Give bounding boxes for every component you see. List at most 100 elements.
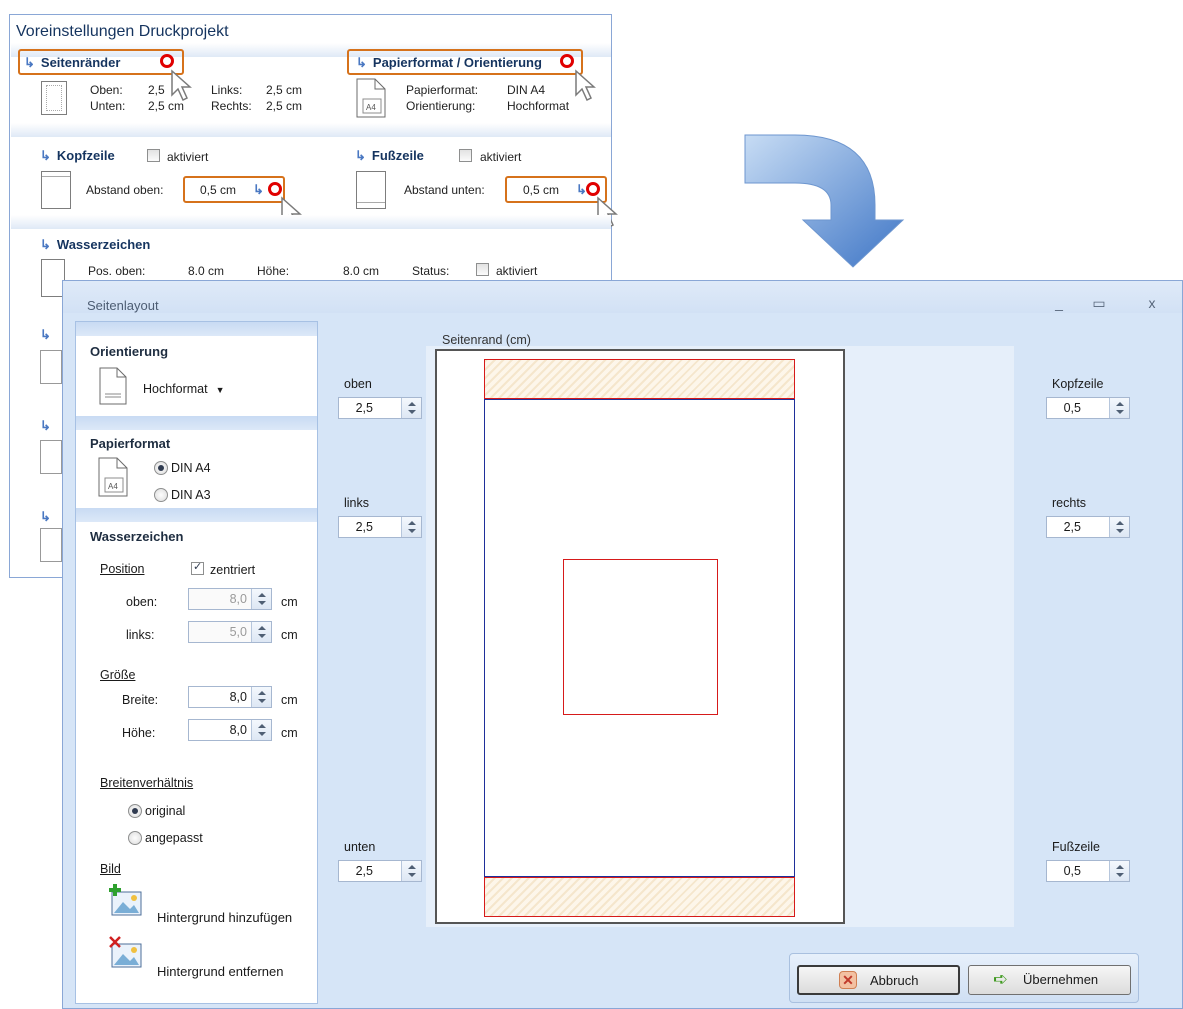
page-preview <box>435 349 845 924</box>
pointer-cursor-icon <box>575 69 596 102</box>
arrow-right-icon: ↳ <box>40 327 51 342</box>
header-distance-spinner[interactable]: 0,5 <box>1046 397 1130 419</box>
wm-left-spinner[interactable]: 5,0 <box>188 621 272 643</box>
unit-label: cm <box>281 595 298 609</box>
size-link[interactable]: Größe <box>100 668 135 682</box>
preview-caption: Seitenrand (cm) <box>442 333 531 347</box>
wm-height-spinner[interactable]: 8,0 <box>188 719 272 741</box>
close-button[interactable]: x <box>1141 295 1163 311</box>
wm-height-label: Höhe: <box>122 726 156 740</box>
watermark-status-checkbox[interactable] <box>476 263 489 276</box>
arrow-right-icon: ↳ <box>40 148 51 163</box>
watermark-heading: Wasserzeichen <box>90 529 184 544</box>
arrow-right-icon: ↳ <box>355 148 366 163</box>
watermark-link[interactable]: ↳ Wasserzeichen <box>40 237 150 253</box>
footer-link[interactable]: ↳ Fußzeile <box>355 148 424 164</box>
document-icon <box>40 528 62 562</box>
minimize-button[interactable]: _ <box>1048 295 1070 311</box>
watermark-height-label: Höhe: <box>257 264 290 278</box>
paper-a3-radio[interactable] <box>154 488 168 502</box>
right-margin-spinner[interactable]: 2,5 <box>1046 516 1130 538</box>
header-distance-label: Abstand oben: <box>86 183 164 197</box>
margins-link[interactable]: ↳ Seitenränder <box>24 55 120 71</box>
page-icon <box>41 81 67 115</box>
footer-distance-spinner[interactable]: 0,5 <box>1046 860 1130 882</box>
ratio-link[interactable]: Breitenverhältnis <box>100 776 193 790</box>
ratio-adjusted-label: angepasst <box>145 831 203 845</box>
section-divider <box>11 215 611 229</box>
watermark-preview <box>563 559 718 715</box>
apply-button[interactable]: ➪ Übernehmen <box>968 965 1131 995</box>
right-margin-label: rechts <box>1052 496 1087 510</box>
paper-a4-radio[interactable] <box>154 461 168 475</box>
click-marker <box>586 182 600 196</box>
arrow-right-icon: ↳ <box>253 182 264 197</box>
paper-heading: Papierformat <box>90 436 171 451</box>
footer-distance-label: Abstand unten: <box>404 183 485 197</box>
margin-left-value: 2,5 cm <box>266 83 303 97</box>
wm-width-spinner[interactable]: 8,0 <box>188 686 272 708</box>
margin-left-label: Links: <box>211 83 243 97</box>
bottom-margin-spinner[interactable]: 2,5 <box>338 860 422 882</box>
unit-label: cm <box>281 628 298 642</box>
page-icon <box>99 367 127 405</box>
footer-distance-label: Fußzeile <box>1052 840 1100 854</box>
ratio-adjusted-radio[interactable] <box>128 831 142 845</box>
bottom-margin-label: unten <box>344 840 376 854</box>
paper-a4-label: DIN A4 <box>171 461 211 475</box>
wm-top-spinner[interactable]: 8,0 <box>188 588 272 610</box>
wm-left-label: links: <box>126 628 155 642</box>
watermark-height-value: 8.0 cm <box>343 264 380 278</box>
arrow-right-icon: ↳ <box>40 237 51 252</box>
footer-checkbox[interactable] <box>459 149 472 162</box>
section-band <box>76 416 317 430</box>
left-margin-label: links <box>344 496 370 510</box>
cancel-x-icon: ✕ <box>839 971 857 989</box>
header-zone <box>484 359 795 399</box>
paper-format-link[interactable]: ↳ Papierformat / Orientierung <box>356 55 542 71</box>
header-checkbox[interactable] <box>147 149 160 162</box>
cancel-button[interactable]: ✕ Abbruch <box>797 965 960 995</box>
click-marker <box>268 182 282 196</box>
add-background-button[interactable]: Hintergrund hinzufügen <box>157 910 292 925</box>
watermark-pos-label: Pos. oben: <box>88 264 146 278</box>
watermark-status-checkbox-label: aktiviert <box>496 264 538 278</box>
header-link[interactable]: ↳ Kopfzeile <box>40 148 115 164</box>
centered-label: zentriert <box>210 563 256 577</box>
margin-right-label: Rechts: <box>211 99 252 113</box>
ratio-original-radio[interactable] <box>128 804 142 818</box>
orientation-label: Orientierung: <box>406 99 476 113</box>
header-checkbox-label: aktiviert <box>167 150 209 164</box>
apply-arrow-icon: ➪ <box>993 969 1009 989</box>
wm-top-label: oben: <box>126 595 158 609</box>
panel-title: Voreinstellungen Druckprojekt <box>16 23 229 40</box>
remove-background-button[interactable]: Hintergrund entfernen <box>157 964 283 979</box>
dialog-titlebar <box>63 281 1182 313</box>
wm-width-label: Breite: <box>122 693 159 707</box>
add-image-icon <box>109 884 142 916</box>
footer-distance-value[interactable]: 0,5 cm <box>523 183 559 197</box>
settings-sidebar: Orientierung Hochformat ▼ Papierformat A4… <box>75 321 318 1004</box>
watermark-status-label: Status: <box>412 264 450 278</box>
unit-label: cm <box>281 693 298 707</box>
unit-label: cm <box>281 726 298 740</box>
pointer-cursor-icon <box>171 69 192 102</box>
top-margin-spinner[interactable]: 2,5 <box>338 397 422 419</box>
section-band <box>76 322 317 336</box>
maximize-button[interactable]: ▭ <box>1088 295 1110 311</box>
orientation-dropdown[interactable]: Hochformat ▼ <box>143 382 225 396</box>
a4-document-icon: A4 <box>98 457 128 497</box>
centered-checkbox[interactable]: ✓ <box>191 561 204 575</box>
header-distance-value[interactable]: 0,5 cm <box>200 183 236 197</box>
watermark-pos-value: 8.0 cm <box>188 264 225 278</box>
svg-text:A4: A4 <box>108 482 118 491</box>
image-link[interactable]: Bild <box>100 862 121 876</box>
left-margin-spinner[interactable]: 2,5 <box>338 516 422 538</box>
transition-arrow-icon <box>744 134 905 268</box>
ratio-original-label: original <box>145 804 186 818</box>
position-link[interactable]: Position <box>100 562 144 576</box>
arrow-right-icon: ↳ <box>356 55 367 70</box>
margin-top-label: Oben: <box>90 83 123 97</box>
chevron-down-icon: ▼ <box>215 385 225 395</box>
document-icon <box>40 350 62 384</box>
